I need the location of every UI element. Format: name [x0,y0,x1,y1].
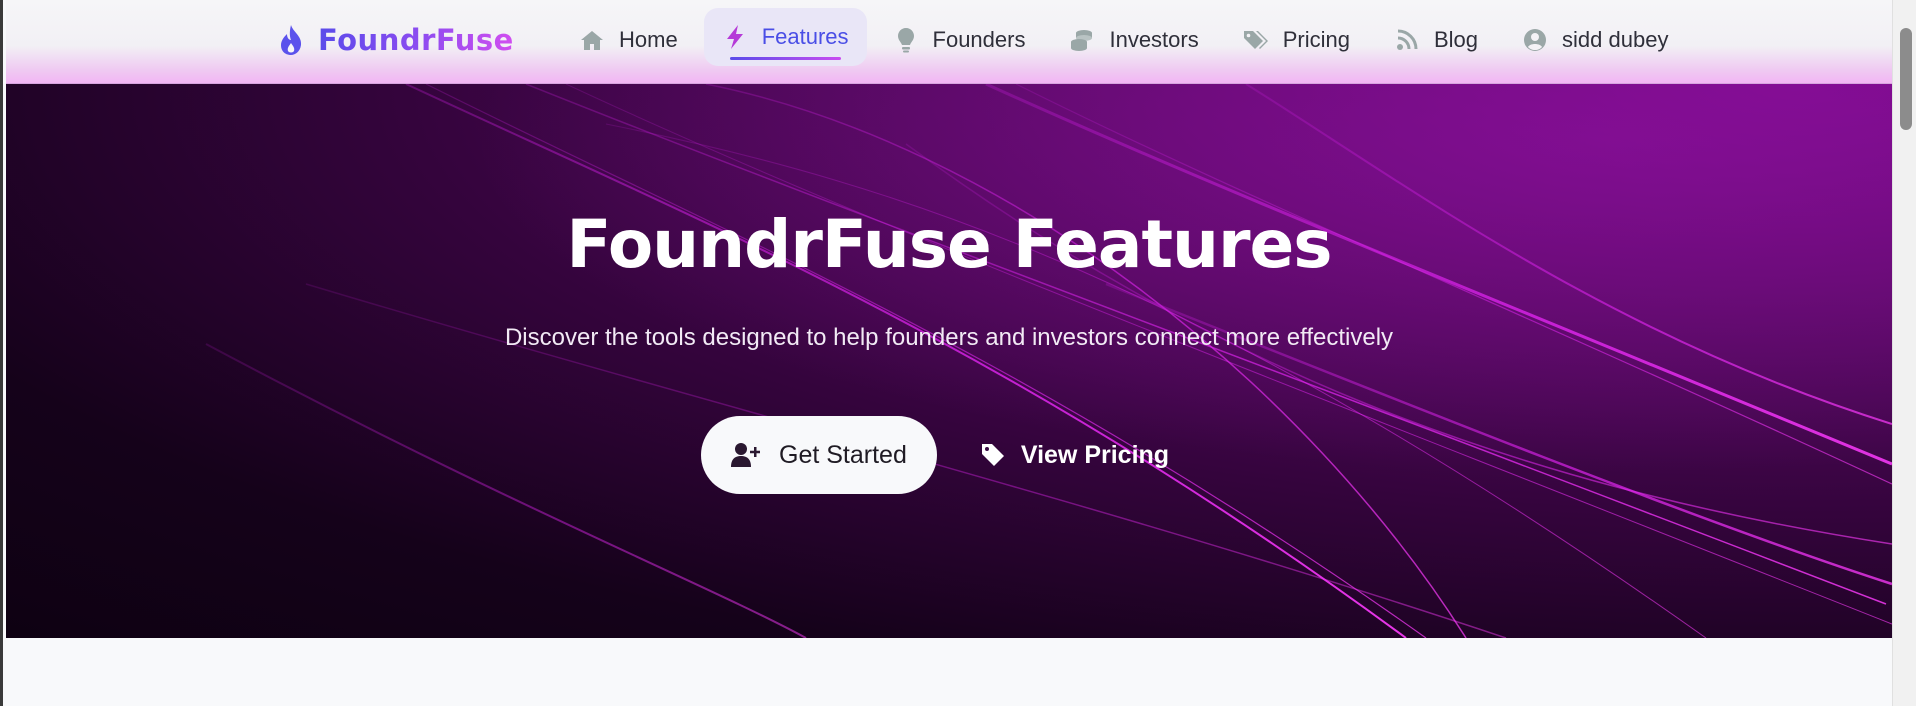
hero-title: FoundrFuse Features [566,206,1332,283]
coins-icon [1069,27,1095,53]
nav-item-label: Pricing [1282,27,1350,52]
user-plus-icon [731,443,760,467]
tags-icon [1243,27,1269,53]
get-started-label: Get Started [779,440,907,469]
bolt-icon [722,24,748,50]
lightbulb-icon [893,27,919,53]
nav-item-blog[interactable]: Blog [1376,11,1496,69]
nav-item-label: Home [619,27,678,52]
home-icon [579,27,605,53]
view-pricing-label: View Pricing [1020,440,1170,469]
rss-icon [1394,27,1420,53]
top-navbar: FoundrFuse Home Features Founders Invest… [6,0,1892,84]
nav-item-label: sidd dubey [1562,27,1669,52]
browser-viewport: FoundrFuse Home Features Founders Invest… [0,0,1916,706]
brand-logo[interactable]: FoundrFuse [278,18,514,62]
tag-icon [981,444,1004,466]
hero-cta-group: Get Started View Pricing [701,416,1169,494]
scrollbar-thumb[interactable] [1900,28,1912,130]
nav-item-investors[interactable]: Investors [1051,11,1216,69]
page-scrollbar[interactable] [1892,0,1916,706]
flame-icon [281,25,302,55]
get-started-button[interactable]: Get Started [701,416,937,494]
nav-item-label: Features [761,24,849,49]
nav-item-founders[interactable]: Founders [875,11,1044,69]
hero-wave-background [6,84,1892,638]
brand-name: FoundrFuse [318,23,514,57]
nav-item-label: Founders [932,27,1026,52]
nav-item-profile[interactable]: sidd dubey [1504,11,1686,69]
nav-item-label: Blog [1433,27,1479,52]
hero-subtitle: Discover the tools designed to help foun… [504,324,1394,351]
nav-item-label: Investors [1109,27,1199,52]
nav-menu: Home Features Founders Investors Pricing… [561,0,1694,80]
nav-item-features[interactable]: Features [703,8,867,66]
hero-section: FoundrFuse Features Discover the tools d… [6,84,1892,638]
nav-item-pricing[interactable]: Pricing [1225,11,1368,69]
view-pricing-button[interactable]: View Pricing [981,416,1169,494]
user-circle-icon [1522,27,1548,53]
nav-item-home[interactable]: Home [561,11,696,69]
